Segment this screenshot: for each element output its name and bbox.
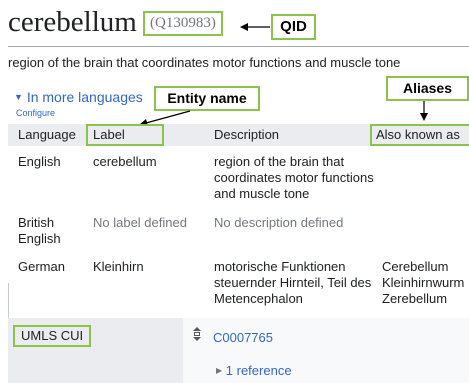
references-label: 1 reference: [225, 363, 292, 378]
row-alias: Kleinhirnwurm: [382, 275, 465, 290]
configure-link[interactable]: Configure: [16, 108, 55, 118]
triangle-right-icon: ▶: [216, 366, 223, 375]
property-label: UMLS CUI: [21, 328, 84, 343]
triangle-down-icon: ▼: [14, 92, 23, 102]
languages-toggle-label: In more languages: [26, 89, 143, 105]
title-divider: [8, 46, 469, 47]
row-divider: [8, 283, 9, 318]
row-language: German: [18, 259, 65, 274]
row-alias: Cerebellum: [382, 259, 449, 274]
qid-highlight: (Q130983): [143, 11, 223, 36]
row-description: motorische Funktionen steuernder Hirntei…: [214, 259, 372, 306]
label-column-highlight: [86, 124, 164, 146]
row-label: No label defined: [93, 215, 187, 230]
row-description: region of the brain that coordinates mot…: [214, 154, 374, 201]
row-language: British English: [18, 215, 61, 246]
aliases-callout: Aliases: [386, 76, 469, 101]
column-header-language: Language: [18, 127, 76, 142]
languages-toggle[interactable]: ▼ In more languages: [14, 89, 143, 105]
row-alias: Zerebellum: [382, 291, 448, 306]
row-label: cerebellum: [93, 154, 157, 169]
also-known-as-column-highlight: [370, 124, 469, 146]
rank-selector-icon[interactable]: [193, 327, 201, 341]
column-header-description: Description: [214, 127, 280, 142]
qid-callout: QID: [271, 14, 316, 40]
entity-name-callout: Entity name: [154, 86, 260, 111]
row-label: Kleinhirn: [93, 259, 144, 274]
entity-description: region of the brain that coordinates mot…: [8, 55, 401, 70]
row-description: No description defined: [214, 215, 344, 230]
umls-cui-value-link[interactable]: C0007765: [213, 330, 273, 345]
umls-cui-property-link[interactable]: UMLS CUI: [13, 325, 92, 347]
row-language: English: [18, 154, 61, 169]
references-toggle[interactable]: ▶ 1 reference: [216, 363, 292, 378]
aliases-arrow: [420, 101, 428, 121]
page-title: cerebellum: [8, 6, 137, 38]
